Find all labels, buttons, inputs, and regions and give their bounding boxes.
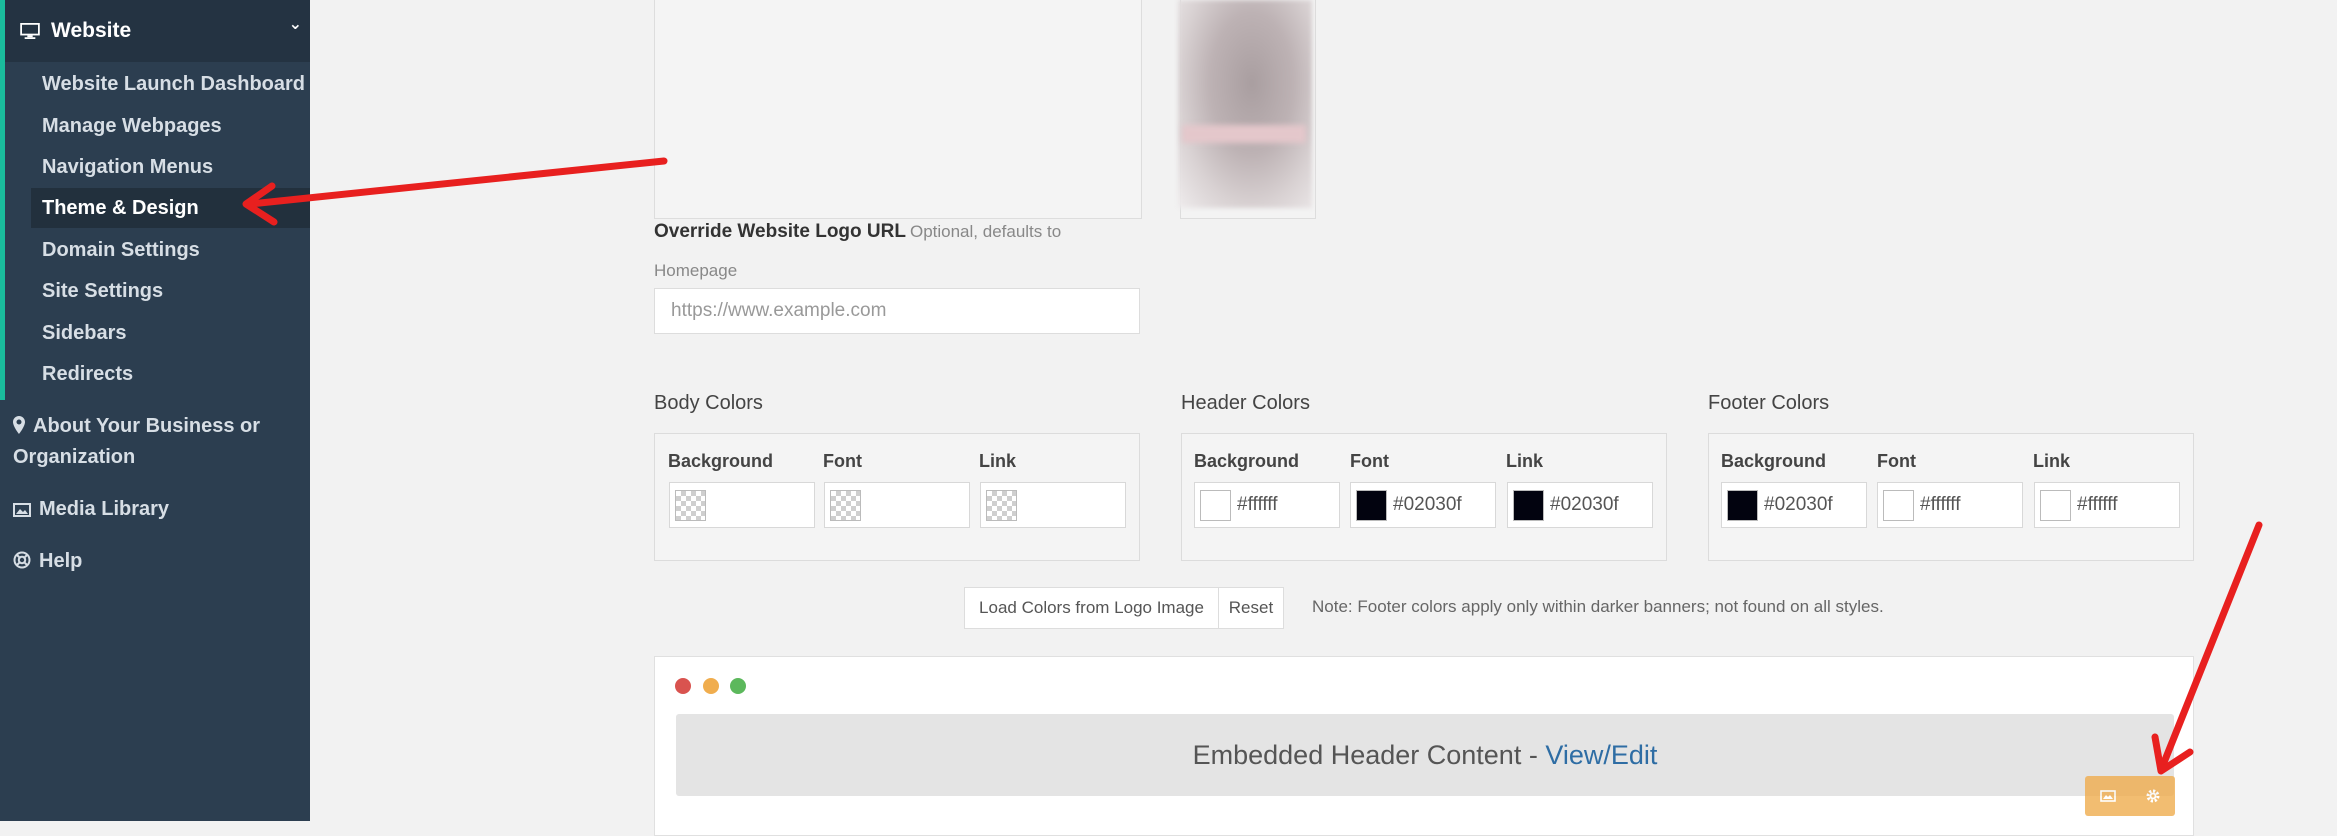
footer-link-color-field[interactable]: #ffffff [2034, 482, 2180, 528]
logo-upload-box[interactable] [654, 0, 1142, 219]
sidebar-item-help[interactable]: Help [13, 546, 82, 577]
monitor-icon [20, 23, 40, 39]
header-image-button[interactable] [2085, 776, 2130, 816]
image-icon [2099, 790, 2116, 802]
header-colors-title: Header Colors [1181, 392, 1310, 414]
footer-font-label: Font [1877, 451, 1916, 471]
sidebar-item-manage-webpages[interactable]: Manage Webpages [42, 106, 222, 146]
footer-link-label: Link [2033, 451, 2071, 471]
sidebar-item-redirects[interactable]: Redirects [42, 354, 133, 394]
override-logo-url-input[interactable] [654, 288, 1140, 334]
body-link-color-field[interactable] [980, 482, 1126, 528]
header-link-color-field[interactable]: #02030f [1507, 482, 1653, 528]
override-logo-url-hint-cont: Homepage [654, 261, 738, 280]
body-background-color-field[interactable] [669, 482, 815, 528]
window-minimize-dot [703, 678, 719, 694]
embedded-header-view-edit-link[interactable]: View/Edit [1545, 740, 1657, 770]
color-swatch[interactable] [1356, 490, 1387, 521]
color-swatch[interactable] [1883, 490, 1914, 521]
sidebar-item-navigation-menus[interactable]: Navigation Menus [42, 147, 213, 187]
header-settings-button[interactable] [2130, 776, 2175, 816]
body-colors-title: Body Colors [654, 392, 763, 414]
footer-background-value: #02030f [1764, 494, 1833, 515]
header-background-value: #ffffff [1237, 494, 1278, 515]
body-background-label: Background [668, 451, 774, 471]
embedded-header-content: Embedded Header Content - View/Edit [676, 714, 2174, 796]
logo-thumbnail-image [1178, 0, 1312, 208]
header-edit-toolbar [2085, 776, 2175, 816]
sidebar-item-sidebars[interactable]: Sidebars [42, 313, 126, 353]
sidebar-item-media-label: Media Library [39, 498, 170, 520]
sidebar-item-about-label-1: About Your Business or [33, 415, 261, 437]
sidebar-item-domain-settings[interactable]: Domain Settings [42, 230, 200, 270]
body-link-label: Link [979, 451, 1017, 471]
chevron-down-icon[interactable]: ⌄ [289, 14, 302, 34]
color-swatch-transparent[interactable] [830, 490, 861, 521]
footer-font-value: #ffffff [1920, 494, 1961, 515]
sidebar-item-help-label: Help [39, 550, 83, 572]
color-swatch[interactable] [1727, 490, 1758, 521]
color-swatch-transparent[interactable] [675, 490, 706, 521]
header-link-value: #02030f [1550, 494, 1619, 515]
footer-background-color-field[interactable]: #02030f [1721, 482, 1867, 528]
embedded-header-label: Embedded Header Content - [1192, 740, 1546, 770]
sidebar-item-website-launch-dashboard[interactable]: Website Launch Dashboard [42, 64, 305, 104]
footer-colors-note: Note: Footer colors apply only within da… [1312, 597, 1884, 616]
footer-link-value: #ffffff [2077, 494, 2118, 515]
sidebar-item-about-label-2: Organization [13, 446, 136, 468]
sidebar: Website ⌄ Website Launch Dashboard Manag… [0, 0, 310, 821]
gear-icon [2146, 789, 2159, 803]
sidebar-section-website-label: Website [51, 19, 132, 42]
reset-colors-button[interactable]: Reset [1218, 587, 1284, 629]
window-close-dot [675, 678, 691, 694]
header-link-label: Link [1506, 451, 1544, 471]
window-maximize-dot [730, 678, 746, 694]
color-swatch[interactable] [2040, 490, 2071, 521]
sidebar-item-media-library[interactable]: Media Library [13, 494, 169, 525]
header-font-color-field[interactable]: #02030f [1350, 482, 1496, 528]
footer-background-label: Background [1721, 451, 1827, 471]
override-logo-url-hint: Optional, defaults to [909, 222, 1062, 241]
override-logo-url-title: Override Website Logo URL [654, 221, 906, 242]
color-swatch[interactable] [1200, 490, 1231, 521]
logo-thumbnail-detail [1182, 125, 1306, 143]
sidebar-item-site-settings[interactable]: Site Settings [42, 271, 163, 311]
header-font-label: Font [1350, 451, 1389, 471]
image-icon [13, 503, 31, 517]
footer-colors-title: Footer Colors [1708, 392, 1830, 414]
override-logo-url-label: Override Website Logo URL Optional, defau… [654, 221, 1061, 243]
body-font-color-field[interactable] [824, 482, 970, 528]
body-font-label: Font [823, 451, 862, 471]
sidebar-item-about-business[interactable]: About Your Business or Organization [13, 411, 260, 473]
sidebar-section-website[interactable]: Website ⌄ [5, 0, 310, 62]
life-ring-icon [13, 551, 31, 569]
color-swatch[interactable] [1513, 490, 1544, 521]
embedded-header-text: Embedded Header Content - View/Edit [676, 740, 2174, 771]
load-colors-from-logo-button[interactable]: Load Colors from Logo Image [964, 587, 1219, 629]
color-swatch-transparent[interactable] [986, 490, 1017, 521]
header-background-label: Background [1194, 451, 1300, 471]
header-font-value: #02030f [1393, 494, 1462, 515]
map-marker-icon [13, 416, 25, 434]
sidebar-item-theme-design[interactable]: Theme & Design [42, 188, 199, 228]
header-background-color-field[interactable]: #ffffff [1194, 482, 1340, 528]
footer-font-color-field[interactable]: #ffffff [1877, 482, 2023, 528]
